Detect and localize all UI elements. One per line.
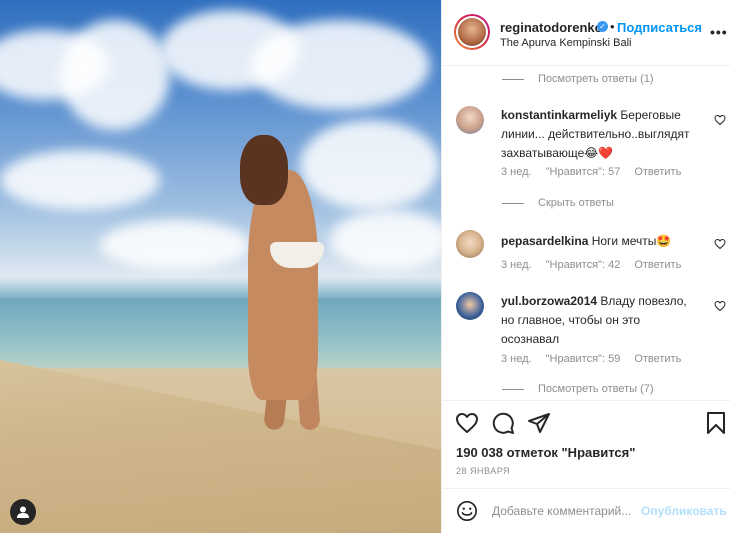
comment-meta: 3 нед. "Нравится": 57 Ответить xyxy=(501,166,681,178)
post-date[interactable]: 28 ЯНВАРЯ xyxy=(456,466,510,476)
comment-text: konstantinkarmeliyk Береговые линии... д… xyxy=(501,106,701,163)
comment-time[interactable]: 3 нед. xyxy=(501,166,532,178)
comment-username[interactable]: konstantinkarmeliyk xyxy=(501,108,617,122)
comment-username[interactable]: yul.borzowa2014 xyxy=(501,294,597,308)
view-replies-label: Посмотреть ответы (7) xyxy=(538,383,654,395)
cloud xyxy=(0,150,160,210)
author-username[interactable]: reginatodorenko xyxy=(500,20,603,35)
verified-icon: ✓ xyxy=(597,21,608,32)
cloud xyxy=(330,210,441,270)
post-comment-button[interactable]: Опубликовать xyxy=(641,504,727,518)
comment-text: yul.borzowa2014 Владу повезло, но главно… xyxy=(501,292,701,349)
user-tag-icon[interactable] xyxy=(10,499,36,525)
comment-item: konstantinkarmeliyk Береговые линии... д… xyxy=(456,106,726,186)
emoji-icon[interactable] xyxy=(456,500,478,522)
location-link[interactable]: The Apurva Kempinski Bali xyxy=(500,37,631,49)
comment-likes[interactable]: "Нравится": 59 xyxy=(546,353,621,365)
hide-replies-label: Скрыть ответы xyxy=(538,197,614,209)
comment-form: Добавьте комментарий... Опубликовать xyxy=(442,488,730,533)
like-comment-heart-icon[interactable] xyxy=(714,114,726,126)
comment-item: yul.borzowa2014 Владу повезло, но главно… xyxy=(456,292,726,372)
reply-button[interactable]: Ответить xyxy=(634,166,681,178)
view-replies-button[interactable]: Посмотреть ответы (7) xyxy=(502,383,654,395)
post-header: reginatodorenko ✓ • Подписаться The Apur… xyxy=(442,0,730,66)
comment-body: Ноги мечты🤩 xyxy=(591,234,672,248)
likes-count[interactable]: 190 038 отметок "Нравится" xyxy=(456,445,635,460)
avatar[interactable] xyxy=(454,14,490,50)
hide-replies-button[interactable]: Скрыть ответы xyxy=(502,197,614,209)
figure-hair xyxy=(240,135,288,205)
post-photo[interactable] xyxy=(0,0,441,533)
heart-icon[interactable] xyxy=(455,411,479,435)
beach-sand xyxy=(0,360,441,533)
sea xyxy=(0,298,441,368)
comment-item: pepasardelkina Ноги мечты🤩 3 нед. "Нрави… xyxy=(456,230,726,280)
comment-input[interactable]: Добавьте комментарий... xyxy=(492,504,631,518)
cloud xyxy=(60,20,170,130)
view-replies-label: Посмотреть ответы (1) xyxy=(538,73,654,85)
reply-button[interactable]: Ответить xyxy=(634,259,681,271)
separator-dot: • xyxy=(610,19,615,34)
like-comment-heart-icon[interactable] xyxy=(714,300,726,312)
reply-button[interactable]: Ответить xyxy=(634,353,681,365)
follow-button[interactable]: Подписаться xyxy=(617,20,702,35)
comment-meta: 3 нед. "Нравится": 59 Ответить xyxy=(501,353,681,365)
comment-likes[interactable]: "Нравится": 57 xyxy=(546,166,621,178)
like-comment-heart-icon[interactable] xyxy=(714,238,726,250)
divider xyxy=(502,78,524,80)
share-icon[interactable] xyxy=(527,411,551,435)
divider xyxy=(502,388,524,390)
comment-icon[interactable] xyxy=(491,411,515,435)
view-replies-button[interactable]: Посмотреть ответы (1) xyxy=(502,73,654,85)
bookmark-icon[interactable] xyxy=(704,411,728,435)
comment-time[interactable]: 3 нед. xyxy=(501,353,532,365)
comment-likes[interactable]: "Нравится": 42 xyxy=(546,259,621,271)
comment-username[interactable]: pepasardelkina xyxy=(501,234,588,248)
avatar[interactable] xyxy=(456,292,484,320)
post-side-panel: reginatodorenko ✓ • Подписаться The Apur… xyxy=(441,0,730,533)
comment-text: pepasardelkina Ноги мечты🤩 xyxy=(501,232,701,251)
divider xyxy=(502,202,524,204)
comment-time[interactable]: 3 нед. xyxy=(501,259,532,271)
cloud xyxy=(250,20,430,110)
cloud xyxy=(100,220,250,270)
more-icon[interactable]: ••• xyxy=(710,24,728,40)
comment-meta: 3 нед. "Нравится": 42 Ответить xyxy=(501,259,681,271)
cloud xyxy=(300,120,440,210)
avatar[interactable] xyxy=(456,230,484,258)
avatar[interactable] xyxy=(456,106,484,134)
